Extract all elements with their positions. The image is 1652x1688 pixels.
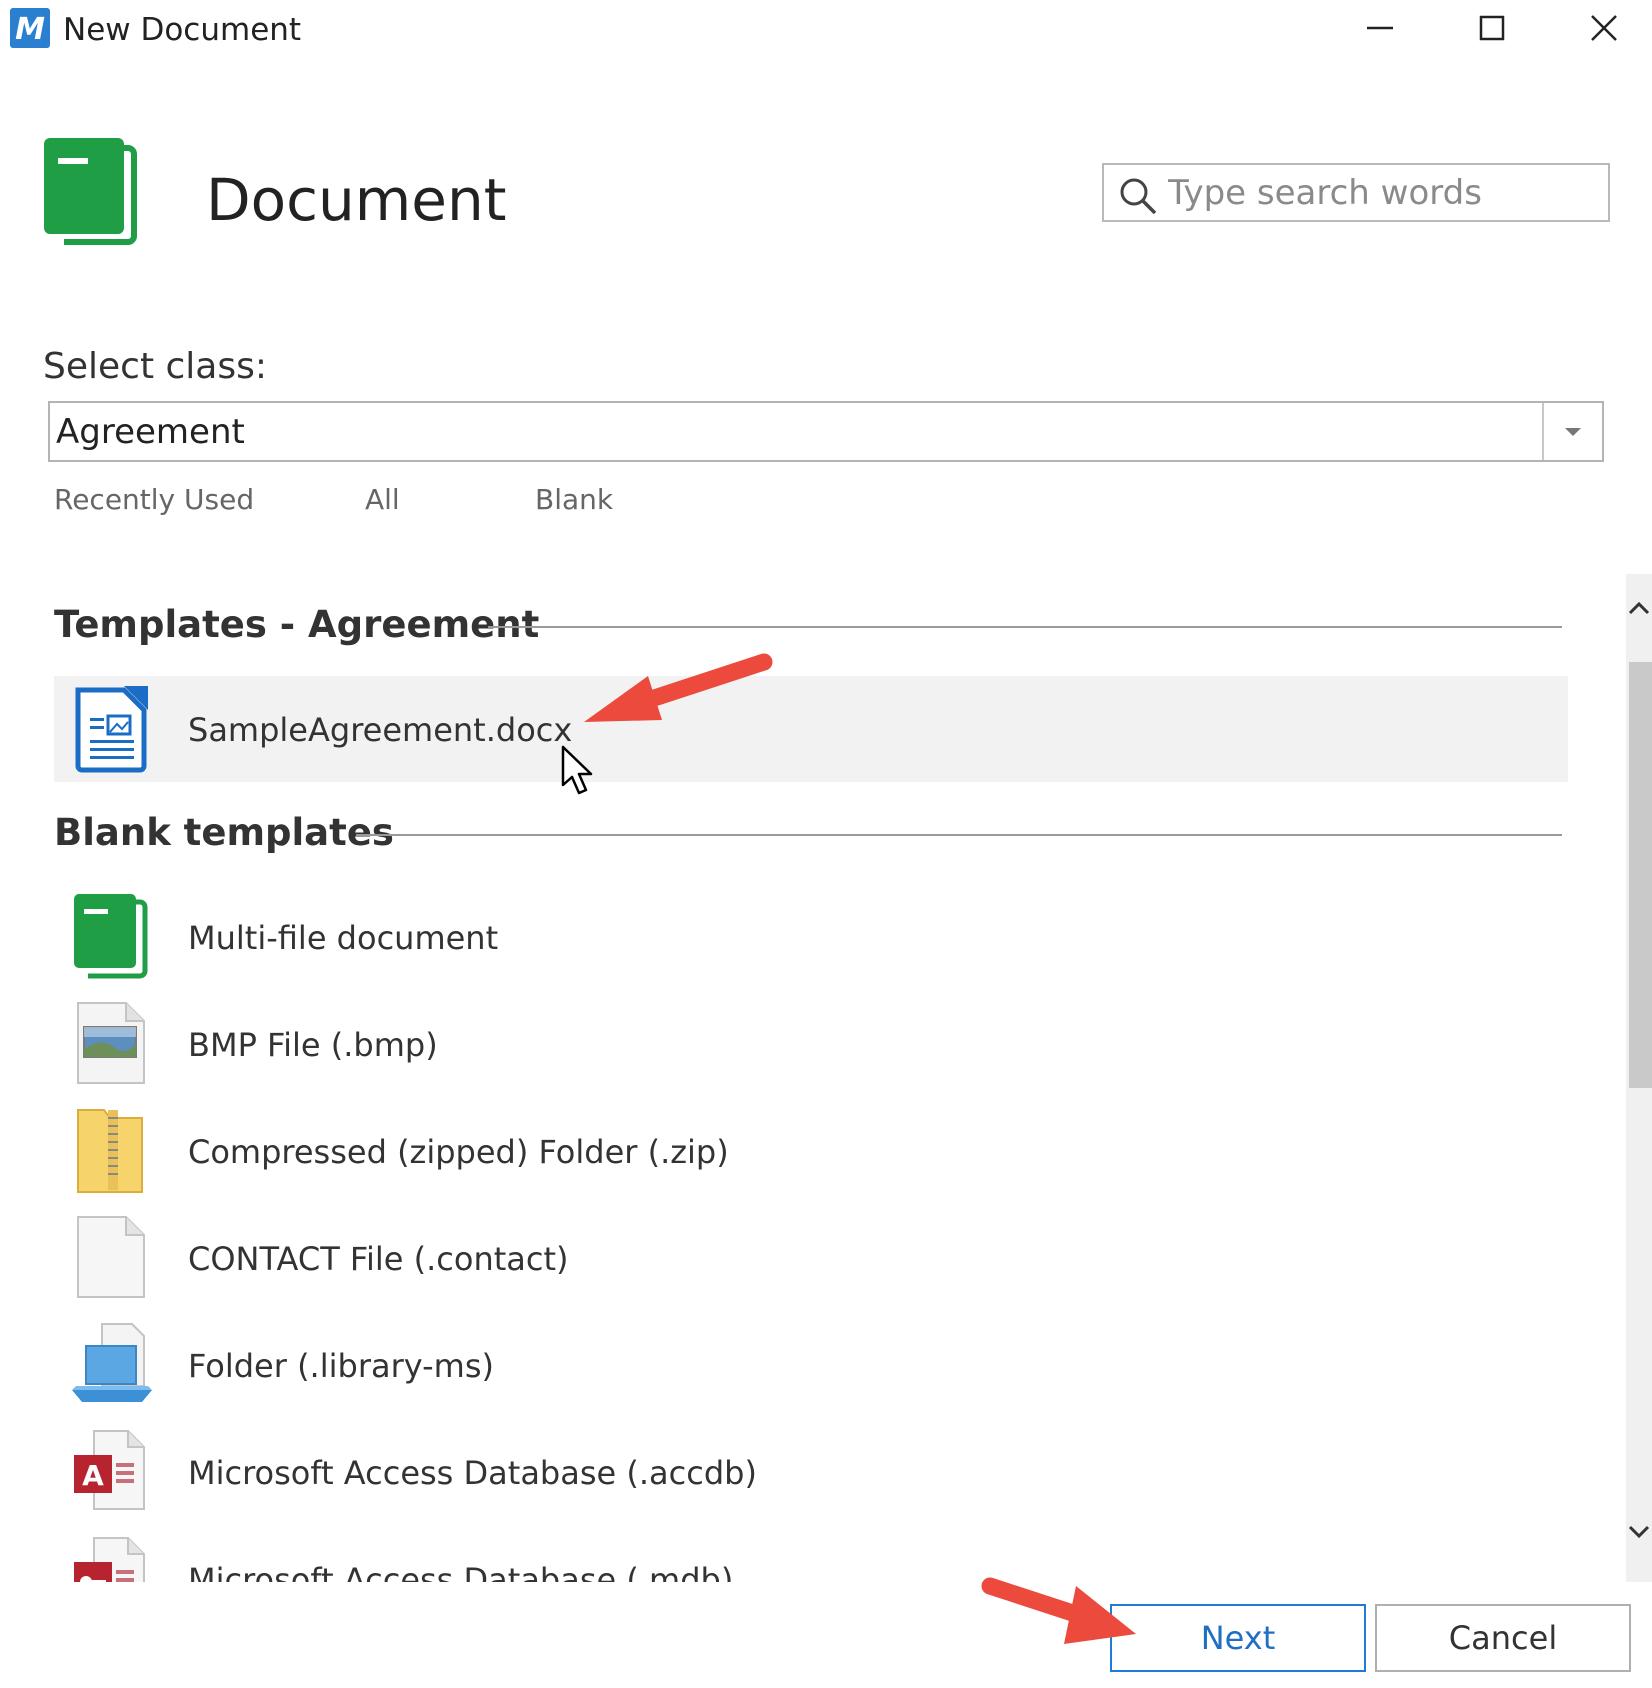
list-scrollbar[interactable] [1626,574,1652,1582]
chevron-down-icon [1628,1525,1650,1539]
tab-all[interactable]: All [365,482,400,518]
cancel-button[interactable]: Cancel [1375,1604,1631,1672]
docx-file-icon [75,686,148,773]
next-button[interactable]: Next [1110,1604,1366,1672]
zip-folder-icon [77,1109,143,1193]
select-class-label: Select class: [43,346,267,387]
search-input[interactable] [1168,169,1588,217]
scroll-up-button[interactable] [1626,578,1652,638]
scroll-thumb[interactable] [1629,662,1652,1088]
multi-file-document-icon [74,894,148,979]
maximize-button[interactable] [1436,0,1548,56]
template-item-library-folder[interactable]: Folder (.library-ms) [54,1312,1568,1418]
section-heading-agreement-templates: Templates - Agreement [54,603,540,646]
search-box[interactable] [1102,163,1610,222]
template-item-multi-file-document[interactable]: Multi-file document [54,884,1568,990]
chevron-down-icon [1565,427,1581,436]
template-item-label: Compressed (zipped) Folder (.zip) [188,1133,729,1171]
template-item-contact-file[interactable]: CONTACT File (.contact) [54,1205,1568,1311]
template-item-label: Multi-file document [188,919,499,957]
scroll-down-button[interactable] [1626,1502,1652,1562]
section-heading-blank-templates: Blank templates [54,811,394,854]
minimize-icon [1367,26,1393,30]
document-class-icon [44,138,137,245]
class-dropdown[interactable]: Agreement [48,401,1604,462]
library-folder-icon [72,1323,152,1402]
access-mdb-icon [74,1537,145,1582]
minimize-button[interactable] [1324,0,1436,56]
search-icon [1120,178,1157,215]
tab-recently-used[interactable]: Recently Used [54,482,254,518]
close-button[interactable] [1548,0,1652,56]
template-item-sample-agreement[interactable]: SampleAgreement.docx [54,676,1568,782]
template-item-label: SampleAgreement.docx [188,711,573,749]
class-dropdown-value: Agreement [56,412,245,452]
template-item-access-accdb[interactable]: A Microsoft Access Database (.accdb) [54,1419,1568,1525]
template-list: Templates - Agreement SampleAgreement.do… [0,574,1622,1582]
page-title: Document [206,166,507,234]
section-divider [488,626,1562,628]
window-title: New Document [63,12,302,48]
maximize-icon [1479,15,1505,41]
blank-file-icon [77,1216,145,1298]
template-item-label: Microsoft Access Database (.mdb) [188,1561,734,1582]
template-item-label: Microsoft Access Database (.accdb) [188,1454,757,1492]
close-icon [1591,15,1617,41]
template-item-access-mdb[interactable]: Microsoft Access Database (.mdb) [54,1526,1568,1582]
template-item-label: CONTACT File (.contact) [188,1240,569,1278]
chevron-up-icon [1628,601,1650,615]
app-logo-letter: M [15,12,45,47]
template-item-label: BMP File (.bmp) [188,1026,438,1064]
template-item-bmp-file[interactable]: BMP File (.bmp) [54,991,1568,1097]
template-item-zip-folder[interactable]: Compressed (zipped) Folder (.zip) [54,1098,1568,1204]
dropdown-toggle[interactable] [1542,403,1602,460]
svg-text:A: A [82,1459,104,1492]
section-divider [356,834,1562,836]
bmp-file-icon [77,1002,145,1084]
access-database-icon: A [74,1430,145,1510]
app-logo-icon: M [10,8,50,48]
template-item-label: Folder (.library-ms) [188,1347,494,1385]
tab-blank[interactable]: Blank [535,482,613,518]
